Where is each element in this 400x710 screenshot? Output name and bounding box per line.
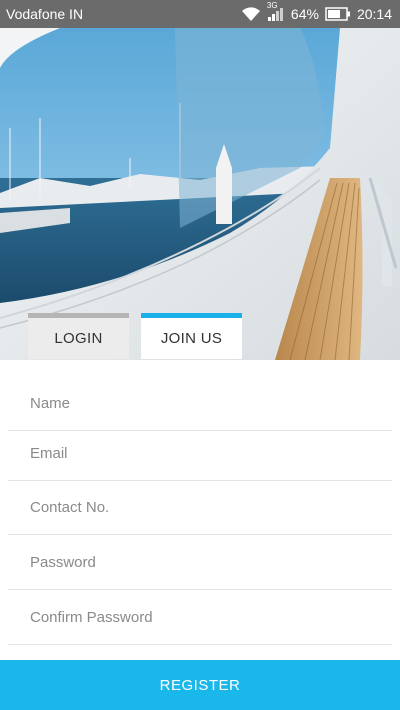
clock: 20:14 [356,6,392,22]
contact-number-field[interactable] [30,480,380,534]
password-field[interactable] [30,535,380,589]
hero-image [0,28,400,360]
name-field[interactable] [30,376,380,430]
battery-percent: 64% [290,6,319,22]
register-button[interactable]: REGISTER [0,660,400,710]
auth-tabs: LOGIN JOIN US [28,313,242,359]
confirm-password-field[interactable] [30,590,380,644]
registration-form [0,360,400,660]
network-type-label: 3G [266,1,278,10]
confirm-password-field-row [8,590,392,645]
tab-login[interactable]: LOGIN [28,313,129,359]
tab-login-label: LOGIN [54,330,103,347]
password-field-row [8,535,392,590]
tab-join-us-label: JOIN US [160,330,223,347]
status-bar: Vodafone IN 3G 64% 20:14 [0,0,400,28]
battery-icon [325,7,351,21]
name-field-row [8,376,392,431]
yacht-deck-photo [0,28,400,360]
status-icons: 3G 64% 20:14 [241,1,392,22]
wifi-icon [241,6,261,22]
tab-join-us[interactable]: JOIN US [141,313,242,359]
signal-icon: 3G [267,1,285,22]
carrier-name: Vodafone IN [6,6,84,22]
email-field-row [8,426,392,481]
email-field[interactable] [30,426,380,480]
contact-field-row [8,480,392,535]
